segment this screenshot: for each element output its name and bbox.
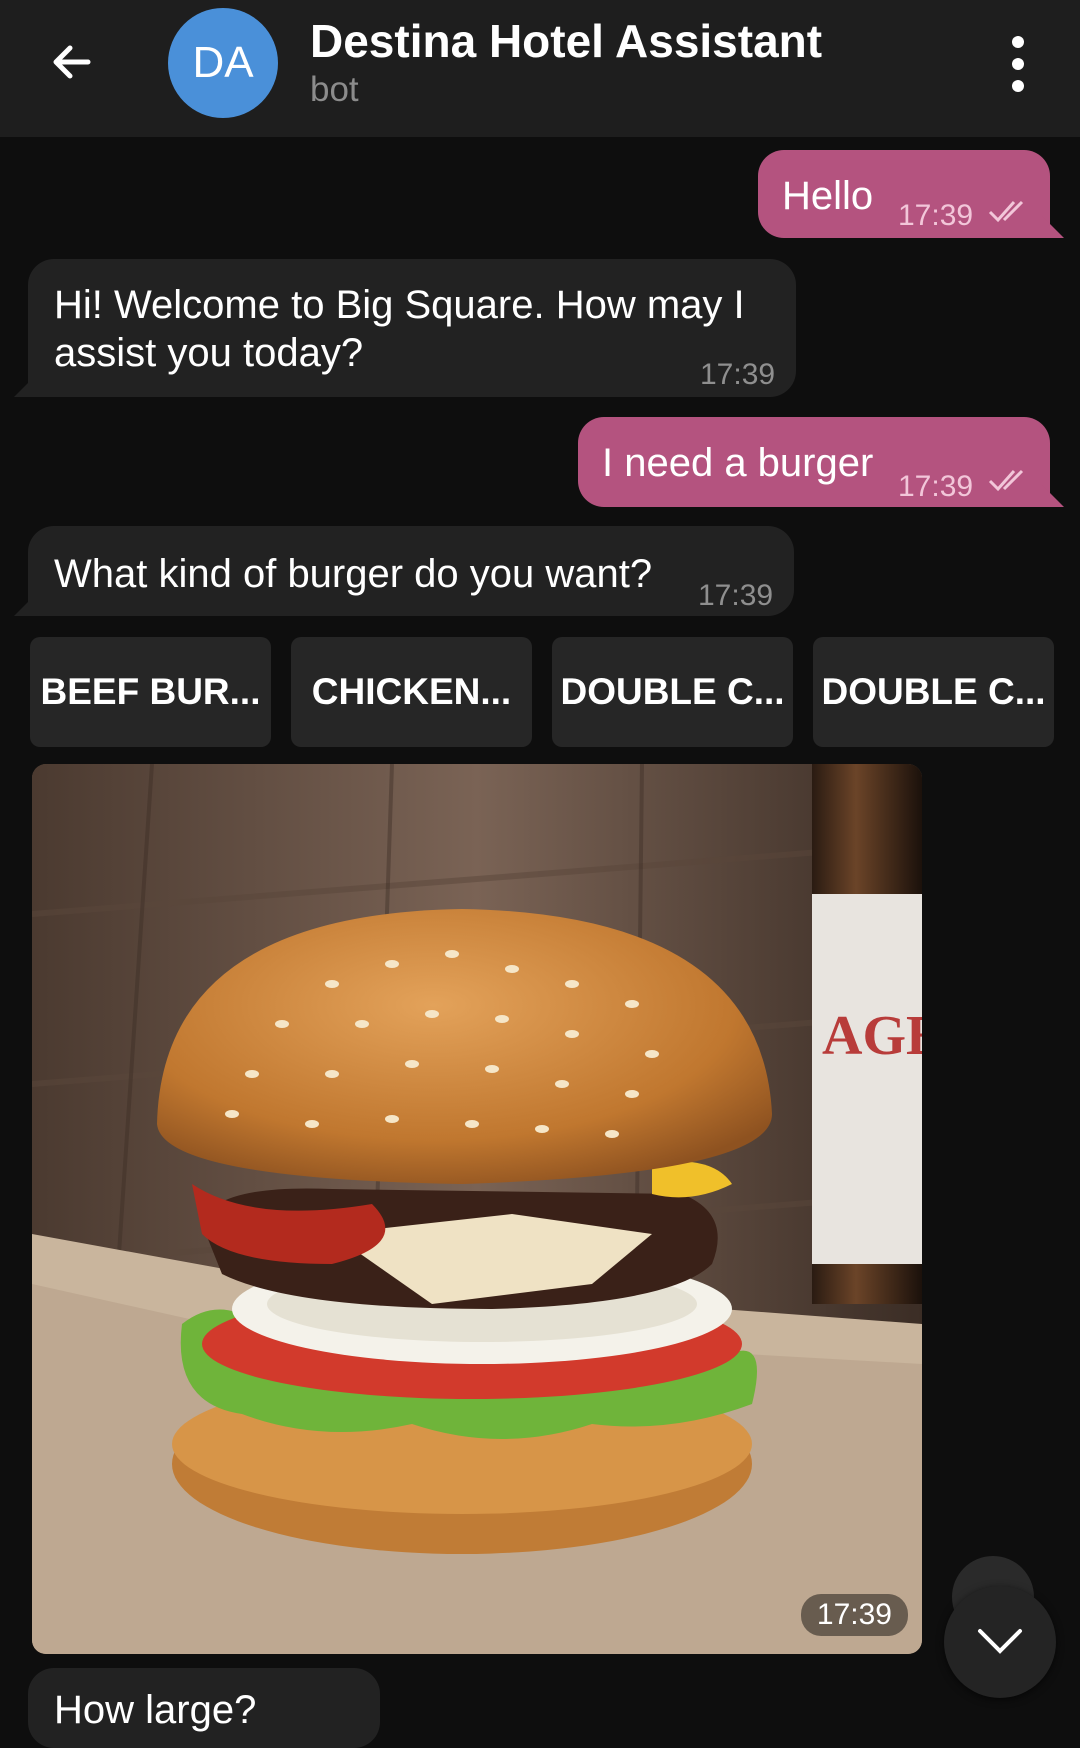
outgoing-message[interactable]: Hello 17:39: [758, 150, 1064, 238]
back-arrow-icon[interactable]: [40, 30, 104, 94]
more-options-icon[interactable]: [1000, 36, 1036, 92]
message-time: 17:39: [700, 358, 776, 391]
keyboard-button-double-c-2[interactable]: DOUBLE C...: [813, 637, 1054, 747]
message-text: What kind of burger do you want?: [54, 552, 653, 596]
outgoing-message[interactable]: I need a burger 17:39: [578, 417, 1064, 507]
double-check-icon: [988, 469, 1024, 492]
avatar[interactable]: DA: [168, 8, 278, 118]
burger-image: AGER: [32, 764, 922, 1654]
burger-photo[interactable]: AGER 17:39: [32, 764, 922, 1654]
chevron-down-icon: [978, 1629, 1022, 1654]
message-time: 17:39: [898, 199, 974, 232]
message-text: Hi! Welcome to Big Square. How may I ass…: [54, 283, 745, 375]
keyboard-button-chicken[interactable]: CHICKEN...: [291, 637, 532, 747]
incoming-message-partial[interactable]: How large?: [28, 1668, 380, 1748]
chat-header: DA Destina Hotel Assistant bot: [0, 0, 1080, 137]
message-text: I need a burger: [602, 441, 874, 485]
message-time: 17:39: [698, 579, 774, 612]
double-check-icon: [988, 200, 1024, 223]
message-text: Hello: [782, 174, 874, 218]
photo-time: 17:39: [800, 1594, 908, 1636]
chat-title[interactable]: Destina Hotel Assistant: [310, 14, 822, 68]
incoming-message[interactable]: What kind of burger do you want? 17:39: [14, 526, 794, 616]
incoming-message[interactable]: Hi! Welcome to Big Square. How may I ass…: [14, 259, 796, 397]
scroll-down-button[interactable]: [944, 1586, 1056, 1698]
bottle-label-logo: AGER: [822, 1005, 922, 1067]
message-time: 17:39: [898, 470, 974, 503]
keyboard-button-beef-burger[interactable]: BEEF BUR...: [30, 637, 271, 747]
chat-subtitle: bot: [310, 70, 359, 109]
keyboard-button-double-c-1[interactable]: DOUBLE C...: [552, 637, 793, 747]
message-text: How large?: [54, 1688, 257, 1732]
